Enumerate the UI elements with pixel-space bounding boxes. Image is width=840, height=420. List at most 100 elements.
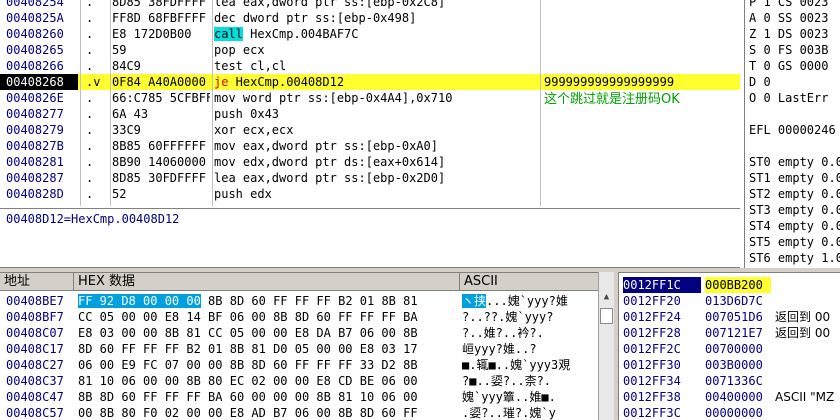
dump-row[interactable]: 00408C27 06 00 E9 FC 07 00 00 8B 8D 60 FF… — [0, 357, 600, 373]
stack-address: 0012FF24 — [623, 310, 681, 324]
dump-ascii-selection: ヽ挟 — [462, 294, 487, 308]
disasm-address: 0040828D — [6, 187, 64, 201]
disasm-hex: 52 — [112, 187, 127, 201]
scroll-thumb[interactable] — [600, 308, 613, 324]
disasm-row[interactable]: 00408287. 8D85 30FDFFFF lea eax,dword ptr … — [0, 170, 740, 186]
register-row[interactable]: ST2 empty 0.0 — [745, 186, 840, 202]
register-row[interactable]: Z 1 DS 0023 — [745, 26, 840, 42]
disasm-row[interactable]: 00408254. 8D85 38FDFFFF lea eax,dword ptr … — [0, 0, 740, 10]
stack-address: 0012FF20 — [623, 294, 681, 308]
disasm-row[interactable]: 00408268 .v 0F84 A40A0000 je HexCmp.00408D1… — [0, 74, 740, 90]
dump-scrollbar[interactable]: ▲ — [598, 272, 614, 420]
disasm-jump-marker: . — [86, 187, 94, 201]
dump-row[interactable]: 00408C17 8D 60 FF FF FF B2 01 8B 81 D0 05… — [0, 341, 600, 357]
disassembly-pane[interactable]: 00408254. 8D85 38FDFFFF lea eax,dword ptr … — [0, 0, 740, 206]
register-row[interactable]: T 0 GS 0000 — [745, 58, 840, 74]
register-row[interactable] — [745, 106, 840, 122]
dump-hex-bytes: E8 03 00 00 8B 81 CC 05 00 00 E8 DA B7 0… — [78, 326, 418, 340]
stack-comment: 返回到 00 — [775, 326, 831, 340]
disasm-address: 0040826E — [6, 91, 64, 105]
disasm-address: 00408268 — [0, 74, 78, 90]
disasm-row[interactable]: 00408265. 59 pop ecx — [0, 42, 740, 58]
dump-row[interactable]: 00408C37 81 10 06 00 00 8B 80 EC 02 00 00… — [0, 373, 600, 389]
disasm-jump-marker: . — [86, 107, 94, 121]
dump-header-hex[interactable]: HEX 数据 — [74, 273, 460, 291]
register-row[interactable]: EFL 00000246 — [745, 122, 840, 138]
disasm-jump-marker: . — [86, 59, 94, 73]
stack-row[interactable]: 0012FF24 007051D6 返回到 00 — [619, 309, 840, 325]
info-pane: 00408D12=HexCmp.00408D12 — [0, 208, 740, 268]
register-row[interactable]: S 0 FS 003B — [745, 42, 840, 58]
register-row[interactable]: D 0 — [745, 74, 840, 90]
stack-value: 00700000 — [705, 342, 763, 356]
disasm-instruction: lea eax,dword ptr ss:[ebp-0x2C8] — [214, 0, 534, 10]
dump-hex: 81 10 06 00 00 8B 80 EC 02 00 00 E8 CD B… — [78, 373, 458, 389]
disasm-operands: HexCmp.004BAF7C — [242, 27, 359, 41]
disasm-address: 00408254 — [6, 0, 64, 9]
disasm-row[interactable]: 00408281. 8B90 14060000 mov edx,dword ptr … — [0, 154, 740, 170]
disasm-jump-marker: . — [86, 43, 94, 57]
register-row[interactable]: ST4 empty 0.0 — [745, 218, 840, 234]
stack-row[interactable]: 0012FF20 013D6D7C — [619, 293, 840, 309]
dump-header-ascii[interactable]: ASCII — [460, 273, 600, 291]
dump-pane[interactable]: 地址 HEX 数据 ASCII 00408BE7 FF 92 D8 00 00 0… — [0, 272, 600, 420]
disasm-hex: FF8D 68FBFFFF — [112, 11, 206, 25]
dump-row[interactable]: 00408C57 00 8B 80 F0 02 00 00 E8 AD B7 06… — [0, 405, 600, 420]
column-separator — [80, 0, 81, 206]
disasm-address: 0040825A — [6, 11, 64, 25]
stack-address: 0012FF28 — [623, 326, 681, 340]
dump-ascii-text: ■.辄■..媿`yyy3覌 — [462, 358, 571, 372]
disasm-row[interactable]: 0040825A. FF8D 68FBFFFF dec dword ptr ss:[… — [0, 10, 740, 26]
disasm-operands: push 0x43 — [214, 107, 280, 121]
register-row[interactable] — [745, 138, 840, 154]
stack-row[interactable]: 0012FF2C 00700000 — [619, 341, 840, 357]
register-row[interactable]: ST5 empty 0.0 — [745, 234, 840, 250]
registers-pane[interactable]: P 1 CS 0023 A 0 SS 0023 Z 1 DS 0023 S 0 FS … — [744, 0, 840, 268]
disasm-operands: dec dword ptr ss:[ebp-0x498] — [214, 11, 417, 25]
dump-row[interactable]: 00408BE7 FF 92 D8 00 00 00 8B 8D 60 FF FF… — [0, 293, 600, 309]
disasm-address: 00408281 — [6, 155, 64, 169]
stack-row[interactable]: 0012FF34 0071336C — [619, 373, 840, 389]
dump-address: 00408C47 — [6, 390, 64, 404]
disasm-row[interactable]: 0040828D. 52 push edx — [0, 186, 740, 202]
stack-row[interactable]: 0012FF1C 000BB200 — [619, 277, 840, 293]
dump-ascii-text: ...媿`yyy?婎 — [486, 294, 568, 308]
stack-row[interactable]: 0012FF38 00400000 ASCII "MZ — [619, 389, 840, 405]
dump-ascii: ■.辄■..媿`yyy3覌 — [462, 357, 596, 373]
scroll-up-icon[interactable]: ▲ — [599, 290, 614, 304]
column-separator — [212, 0, 213, 206]
register-row[interactable]: A 0 SS 0023 — [745, 10, 840, 26]
register-row[interactable]: P 1 CS 0023 — [745, 0, 840, 10]
stack-row[interactable]: 0012FF30 003B0000 — [619, 357, 840, 373]
disasm-row[interactable]: 00408279. 33C9 xor ecx,ecx — [0, 122, 740, 138]
disasm-mnemonic: call — [214, 27, 243, 41]
disasm-hex: 59 — [112, 43, 127, 57]
dump-ascii: 峘yyy?婎..? — [462, 341, 596, 357]
register-row[interactable]: ST6 empty 1.0 — [745, 250, 840, 266]
dump-ascii: 媿`yyy簟..婎■. — [462, 389, 596, 405]
stack-row[interactable]: 0012FF3C 00000000 — [619, 405, 840, 420]
register-row[interactable]: O 0 LastErr — [745, 90, 840, 106]
disasm-row[interactable]: 00408277. 6A 43 push 0x43 — [0, 106, 740, 122]
disasm-jump-marker: . — [86, 123, 94, 137]
stack-row[interactable]: 0012FF28 007121E7 返回到 00 — [619, 325, 840, 341]
register-row[interactable]: ST1 empty 0.0 — [745, 170, 840, 186]
disasm-hex: 84C9 — [112, 59, 141, 73]
disasm-row[interactable]: 00408266. 84C9 test cl,cl — [0, 58, 740, 74]
dump-ascii-text: ?■..媭?..柰?. — [462, 374, 552, 388]
dump-hex: FF 92 D8 00 00 00 8B 8D 60 FF FF FF B2 0… — [78, 293, 458, 309]
disasm-address: 00408265 — [6, 43, 64, 57]
dump-row[interactable]: 00408C47 8B 8D 60 FF FF FF BA 60 00 00 00… — [0, 389, 600, 405]
disasm-instruction: push 0x43 — [214, 106, 534, 122]
register-row[interactable]: ST3 empty 0.0 — [745, 202, 840, 218]
stack-pane[interactable]: 0012FF1C 000BB200 0012FF20 013D6D7C 0012FF24… — [618, 272, 840, 420]
dump-hex-bytes: 00 8B 80 F0 02 00 00 E8 AD B7 06 00 8B 8… — [78, 406, 418, 420]
disasm-row[interactable]: 0040826E. 66:C785 5CFBFFFF mov word ptr ss… — [0, 90, 740, 107]
dump-header-address[interactable]: 地址 — [0, 273, 74, 291]
dump-row[interactable]: 00408C07 E8 03 00 00 8B 81 CC 05 00 00 E8… — [0, 325, 600, 341]
dump-row[interactable]: 00408BF7 CC 05 00 00 E8 14 BF 06 00 8B 8D… — [0, 309, 600, 325]
register-row[interactable]: ST0 empty 0.0 — [745, 154, 840, 170]
stack-value: 00400000 — [705, 390, 763, 404]
disasm-row[interactable]: 0040827B. 8B85 60FFFFFF mov eax,dword ptr … — [0, 138, 740, 154]
disasm-row[interactable]: 00408260. E8 172D0B00 call HexCmp.004BAF7C — [0, 26, 740, 42]
